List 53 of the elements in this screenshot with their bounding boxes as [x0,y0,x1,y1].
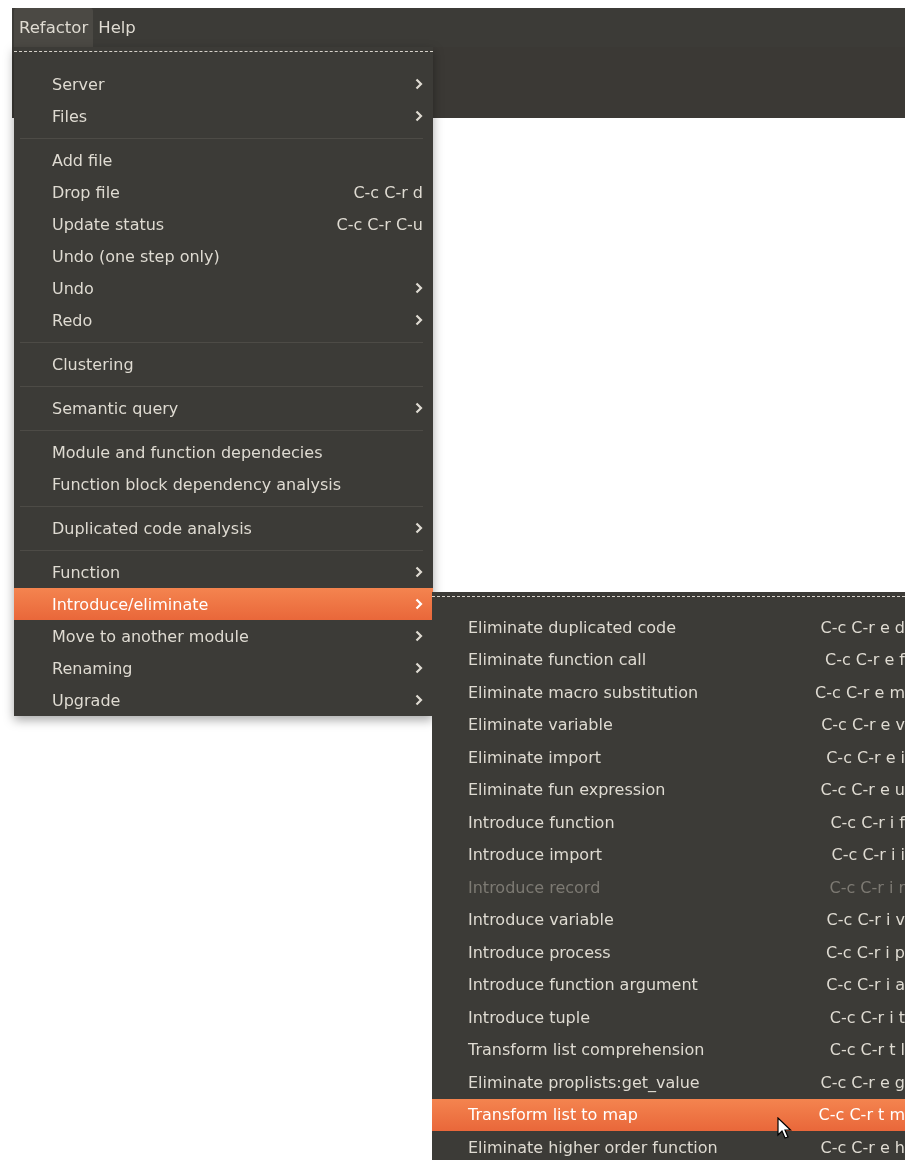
shortcut-label: C-c C-r i v [826,910,905,930]
menu-item[interactable]: Eliminate fun expression C-c C-r e u [432,773,905,806]
shortcut-label: C-c C-r e g [820,1072,905,1092]
menu-item[interactable]: Upgrade [14,684,433,716]
menu-item[interactable]: Introduce process C-c C-r i p [432,936,905,969]
shortcut-label: C-c C-r e m [815,682,905,702]
menu-item[interactable]: Introduce function C-c C-r i f [432,806,905,839]
shortcut-label: C-c C-r e u [820,780,905,800]
menu-item[interactable]: Eliminate macro substitution C-c C-r e m [432,676,905,709]
shortcut-label: C-c C-r i i [831,845,905,865]
menu-item[interactable]: Eliminate higher order function C-c C-r e h [432,1131,905,1160]
menu-item[interactable]: Introduce tuple C-c C-r i t [432,1001,905,1034]
shortcut-label: C-c C-r e h [820,1137,905,1157]
menu-item[interactable]: Introduce variable C-c C-r i v [432,903,905,936]
menu-item[interactable]: Eliminate import C-c C-r e i [432,741,905,774]
menu-item[interactable]: Eliminate function call C-c C-r e f [432,643,905,676]
menu-item[interactable]: Add file [14,144,433,176]
shortcut-label: C-c C-r i f [830,812,905,832]
menu-item[interactable]: Undo (one step only) [14,240,433,272]
menu-item[interactable]: Transform list comprehension C-c C-r t l [432,1033,905,1066]
menu-item[interactable]: Function [14,556,433,588]
menu-item[interactable]: Module and function dependecies [14,436,433,468]
shortcut-label: C-c C-r e f [825,650,905,670]
menu-item[interactable]: Introduce function argument C-c C-r i a [432,968,905,1001]
shortcut-label: C-c C-r C-u [336,214,423,234]
menu-item[interactable]: Eliminate variable C-c C-r e v [432,708,905,741]
menu-item[interactable]: Function block dependency analysis [14,468,433,500]
shortcut-label: C-c C-r i p [825,942,905,962]
menu-item[interactable]: Undo [14,272,433,304]
menu-item[interactable]: Eliminate duplicated code C-c C-r e d [432,611,905,644]
menu-item[interactable]: Semantic query [14,392,433,424]
shortcut-label: C-c C-r i t [829,1007,905,1027]
menu-item[interactable]: Move to another module [14,620,433,652]
mouse-pointer-icon [777,1117,792,1140]
shortcut-label: C-c C-r e i [826,747,905,767]
shortcut-label: C-c C-r e v [821,715,905,735]
shortcut-label: C-c C-r t l [829,1040,905,1060]
shortcut-label: C-c C-r t m [818,1105,905,1125]
menu-item[interactable]: Eliminate proplists:get_value C-c C-r e g [432,1066,905,1099]
menu-item[interactable]: Clustering [14,348,433,380]
shortcut-label: C-c C-r i r [829,877,905,897]
menu-item[interactable]: Update status C-c C-r C-u [14,208,433,240]
shortcut-label: C-c C-r e d [820,617,905,637]
shortcut-label: C-c C-r i a [826,975,905,995]
menu-item[interactable]: Files [14,100,433,132]
menubar-item[interactable]: Help [93,8,141,47]
menu-item[interactable]: Duplicated code analysis [14,512,433,544]
menubar-item[interactable]: Refactor [14,8,94,47]
menu-item[interactable]: Redo [14,304,433,336]
menu-item[interactable]: Drop file C-c C-r d [14,176,433,208]
menu-item[interactable]: Renaming [14,652,433,684]
menu-item[interactable]: Introduce import C-c C-r i i [432,838,905,871]
shortcut-label: C-c C-r d [353,182,423,202]
